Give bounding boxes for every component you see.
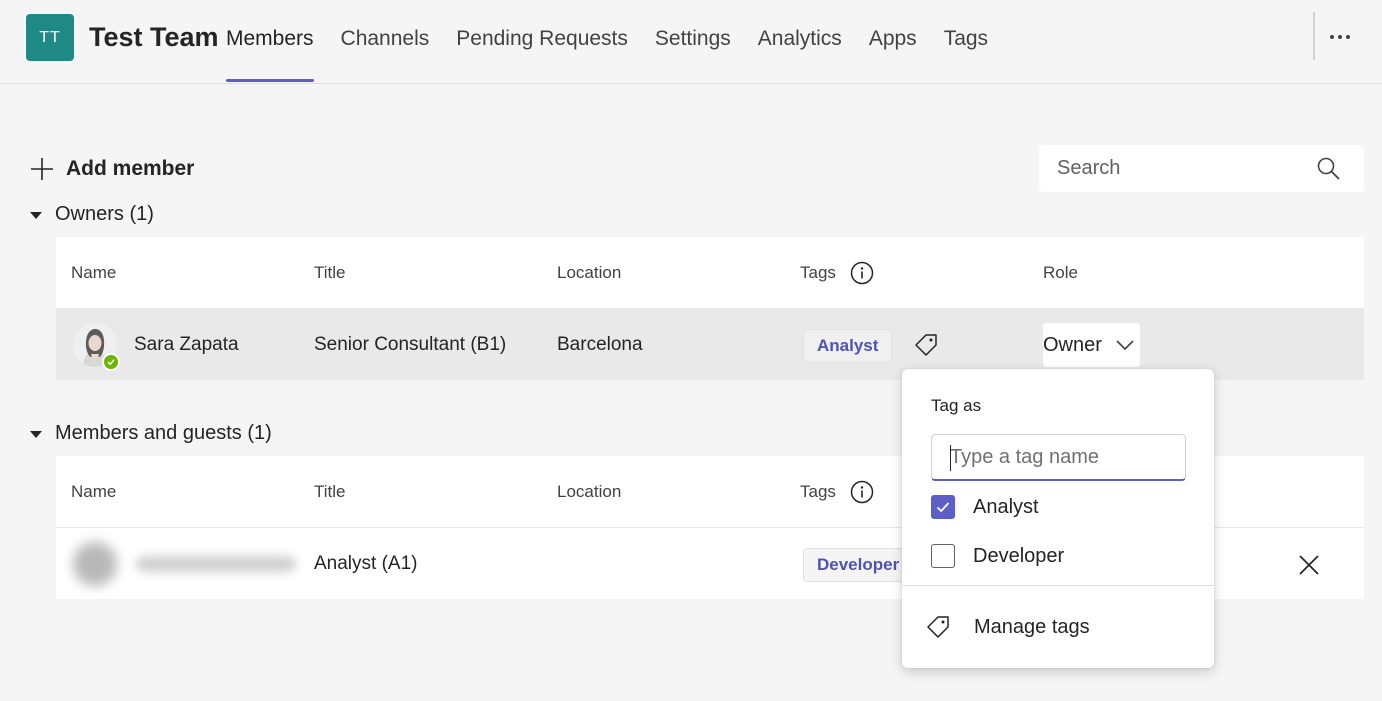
checkbox-unchecked[interactable] — [931, 544, 955, 568]
tag-icon[interactable] — [912, 331, 940, 359]
tab-pending-requests[interactable]: Pending Requests — [456, 0, 628, 84]
tab-bar: Members Channels Pending Requests Settin… — [226, 0, 1015, 84]
owners-heading: Owners (1) — [55, 203, 154, 225]
team-initials: TT — [39, 28, 61, 46]
manage-tags-button[interactable]: Manage tags — [924, 613, 1090, 641]
column-location: Location — [557, 263, 622, 282]
owners-table: Name Title Location Tags Role Sara Zapat — [56, 237, 1364, 380]
search-input[interactable] — [1057, 157, 1307, 180]
member-location: Barcelona — [557, 334, 643, 355]
chevron-down-icon — [1116, 340, 1134, 351]
tab-settings[interactable]: Settings — [655, 0, 731, 84]
column-name: Name — [71, 482, 117, 501]
manage-tags-label: Manage tags — [974, 615, 1090, 638]
owners-table-header: Name Title Location Tags Role — [56, 237, 1364, 308]
tag-icon — [927, 616, 949, 638]
tag-pill[interactable]: Analyst — [803, 329, 893, 363]
popup-divider — [902, 585, 1214, 586]
checkmark-icon — [107, 359, 115, 366]
info-icon[interactable] — [850, 261, 874, 285]
checkbox-checked[interactable] — [931, 495, 955, 519]
caret-down-icon — [30, 212, 42, 219]
more-options-button[interactable] — [1325, 22, 1355, 52]
avatar — [73, 542, 117, 586]
team-avatar: TT — [26, 14, 74, 61]
tag-option-analyst[interactable]: Analyst — [931, 494, 1039, 520]
presence-available-icon — [102, 353, 120, 371]
search-icon[interactable] — [1317, 157, 1340, 180]
text-cursor — [950, 445, 951, 471]
close-icon[interactable] — [1298, 554, 1320, 576]
column-title: Title — [314, 263, 346, 282]
tab-members[interactable]: Members — [226, 0, 314, 84]
checkmark-icon — [936, 502, 950, 513]
team-header: TT Test Team Members Channels Pending Re… — [0, 0, 1382, 84]
tab-apps[interactable]: Apps — [869, 0, 917, 84]
member-title: Senior Consultant (B1) — [314, 334, 507, 355]
member-name-redacted — [136, 556, 296, 572]
tag-name-input[interactable] — [950, 445, 1170, 469]
header-divider — [1313, 12, 1315, 60]
tag-option-label: Analyst — [973, 495, 1039, 518]
tag-option-developer[interactable]: Developer — [931, 543, 1064, 569]
column-tags: Tags — [800, 263, 836, 282]
column-location: Location — [557, 482, 622, 501]
tab-channels[interactable]: Channels — [341, 0, 430, 84]
popup-title: Tag as — [931, 396, 982, 415]
tag-pill[interactable]: Developer — [803, 548, 914, 582]
members-heading: Members and guests (1) — [55, 422, 272, 444]
add-member-label: Add member — [66, 157, 195, 180]
role-dropdown[interactable]: Owner — [1043, 323, 1140, 367]
caret-down-icon — [30, 431, 42, 438]
role-value: Owner — [1043, 333, 1102, 356]
owners-section-toggle[interactable]: Owners (1) — [30, 203, 154, 226]
member-title: Analyst (A1) — [314, 553, 418, 574]
column-name: Name — [71, 263, 117, 282]
more-options-icon — [1330, 35, 1350, 39]
tab-analytics[interactable]: Analytics — [758, 0, 842, 84]
team-name: Test Team — [89, 22, 219, 52]
plus-icon — [31, 158, 53, 180]
tag-input-wrap — [931, 434, 1186, 481]
members-section-toggle[interactable]: Members and guests (1) — [30, 422, 272, 445]
tab-tags[interactable]: Tags — [944, 0, 988, 84]
column-tags: Tags — [800, 482, 836, 501]
tag-as-popup: Tag as Analyst Developer Manage tags — [902, 369, 1214, 668]
info-icon[interactable] — [850, 480, 874, 504]
column-role: Role — [1043, 263, 1078, 282]
tag-option-label: Developer — [973, 544, 1065, 567]
column-title: Title — [314, 482, 346, 501]
search-box — [1039, 145, 1364, 192]
add-member-button[interactable]: Add member — [30, 154, 194, 184]
member-name[interactable]: Sara Zapata — [134, 334, 239, 356]
